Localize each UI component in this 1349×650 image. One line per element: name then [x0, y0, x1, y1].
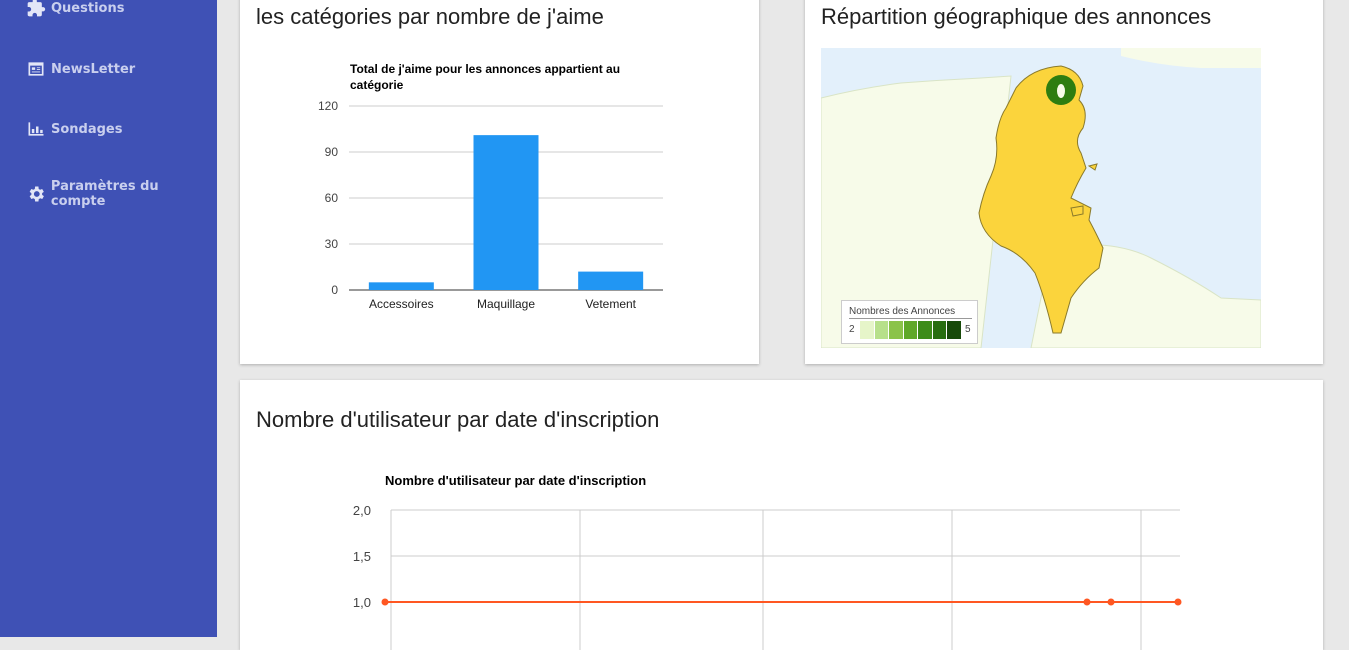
bar-chart: 0 30 60 90 120 Accessoires Maquillage Vetement — [318, 99, 663, 311]
y-tick-label: 2,0 — [353, 503, 371, 518]
y-tick-label: 120 — [318, 99, 338, 113]
bar — [473, 135, 539, 290]
y-tick-label: 30 — [325, 237, 339, 251]
legend-min: 2 — [849, 324, 855, 335]
sidebar-item-label: Paramètres du compte — [50, 179, 159, 209]
y-tick-label: 90 — [325, 145, 339, 159]
data-point — [1107, 598, 1115, 606]
bar-chart-icon — [28, 122, 44, 136]
djerba-island — [1070, 205, 1084, 217]
geo-map[interactable]: Nombres des Annonces 2 5 — [821, 48, 1261, 348]
map-marker-inner — [1057, 84, 1065, 98]
geo-card: Répartition géographique des annonces No… — [805, 0, 1323, 364]
users-card: Nombre d'utilisateur par date d'inscript… — [240, 380, 1323, 650]
puzzle-icon — [27, 0, 46, 17]
bar — [368, 282, 434, 290]
land-sicily — [1121, 48, 1261, 68]
line-chart: 1,0 1,5 2,0 — [353, 503, 1182, 650]
sidebar: Questions NewsLetter Sondages Paramètres… — [0, 0, 217, 637]
map-legend: Nombres des Annonces 2 5 — [841, 300, 978, 344]
y-tick-label: 1,0 — [353, 595, 371, 610]
x-tick-label: Maquillage — [477, 297, 535, 311]
legend-max: 5 — [965, 324, 971, 335]
x-tick-label: Accessoires — [369, 297, 434, 311]
sidebar-item-label: NewsLetter — [51, 61, 136, 77]
bar — [578, 271, 644, 290]
data-point — [381, 598, 389, 606]
legend-gradient — [860, 321, 963, 339]
sidebar-item-sondages[interactable]: Sondages — [26, 119, 123, 139]
data-point — [1174, 598, 1182, 606]
gear-icon — [29, 186, 44, 202]
y-tick-label: 60 — [325, 191, 339, 205]
sidebar-item-newsletter[interactable]: NewsLetter — [26, 59, 135, 79]
likes-card: les catégories par nombre de j'aime Tota… — [240, 0, 759, 364]
x-tick-label: Vetement — [585, 297, 636, 311]
scrollbar[interactable] — [1338, 0, 1349, 637]
y-tick-label: 1,5 — [353, 549, 371, 564]
sidebar-item-questions[interactable]: Questions — [26, 0, 124, 18]
data-point — [1083, 598, 1091, 606]
geo-card-title: Répartition géographique des annonces — [821, 4, 1212, 29]
sidebar-item-label: Questions — [51, 0, 125, 16]
legend-title: Nombres des Annonces — [849, 306, 972, 319]
sidebar-item-parametres[interactable]: Paramètres du compte — [26, 179, 217, 209]
y-tick-label: 0 — [331, 283, 338, 297]
sidebar-item-label: Sondages — [51, 121, 123, 137]
kerkennah-island — [1087, 163, 1098, 171]
newspaper-icon — [28, 62, 44, 76]
